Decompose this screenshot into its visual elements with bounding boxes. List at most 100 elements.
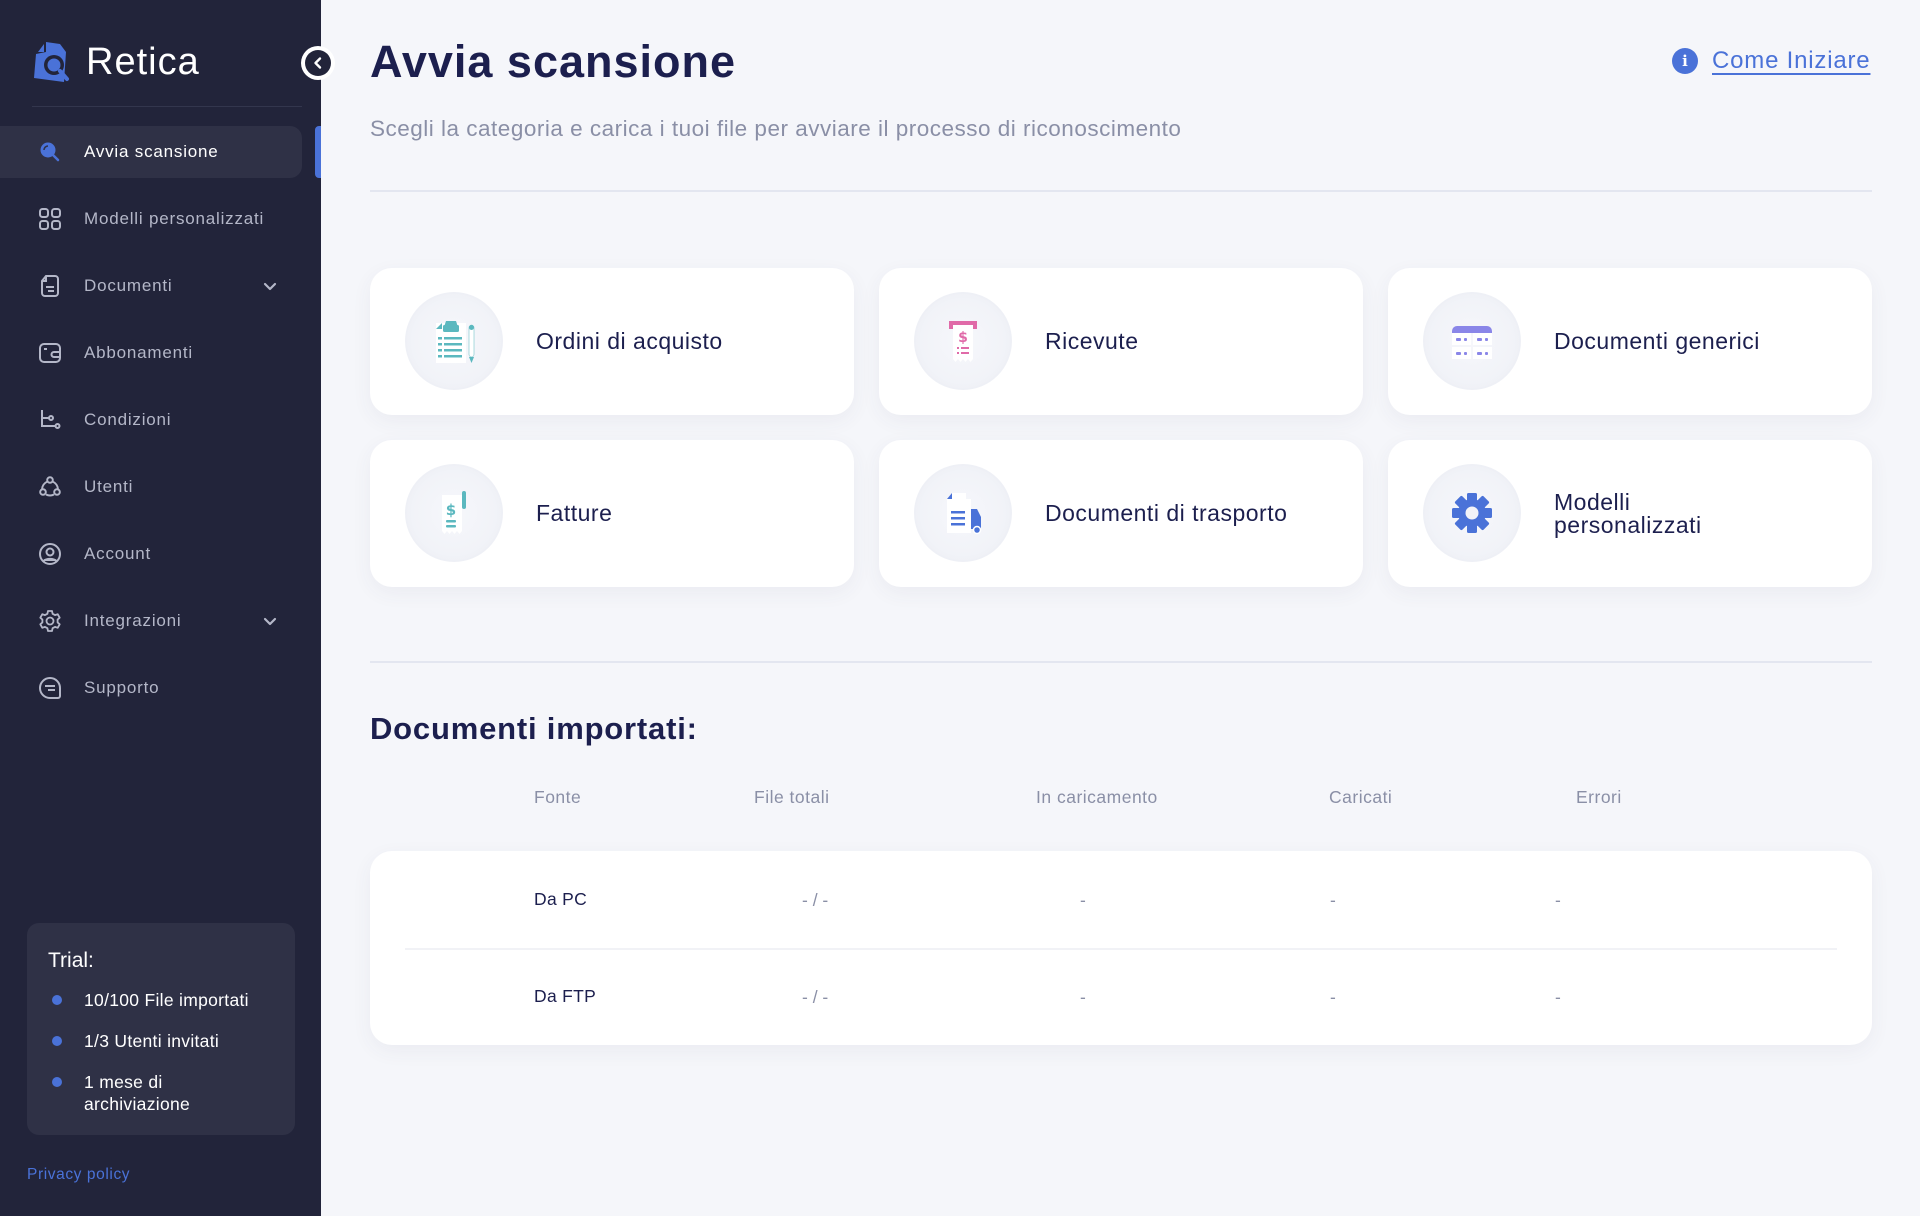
cell-source: Da FTP [534,986,597,1006]
page-title: Avvia scansione [370,36,737,87]
cell-errors: - [1555,890,1561,910]
sidebar-item-label: Supporto [84,678,160,697]
svg-text:$: $ [958,330,968,346]
account-icon [38,542,62,566]
gear-icon [38,609,62,633]
icon-circle [1423,292,1521,390]
cell-total: - / - [802,987,829,1007]
sidebar-item-abbonamenti[interactable]: Abbonamenti [0,327,321,379]
column-header-caricati: Caricati [1329,787,1393,807]
transport-document-icon [947,493,982,535]
imports-table: Da PC - / - - - - Da FTP - / - - - - [370,851,1872,1045]
column-header-fonte: Fonte [534,787,582,807]
header-divider [370,190,1872,192]
sidebar: Retica Avvia scansione Modelli personali… [0,0,321,1216]
chevron-down-icon[interactable] [260,611,280,631]
sidebar-item-condizioni[interactable]: Condizioni [0,394,321,446]
category-card-documenti-generici[interactable]: Documenti generici [1388,268,1872,415]
logo-divider [32,106,302,107]
sidebar-item-label: Avvia scansione [84,142,219,161]
bullet-icon [52,1077,62,1087]
chevron-down-icon[interactable] [260,276,280,296]
sidebar-item-label: Documenti [84,276,173,295]
chat-icon [38,676,62,700]
icon-circle [914,464,1012,562]
page-subtitle: Scegli la categoria e carica i tuoi file… [370,116,1182,141]
cell-total: - / - [802,890,829,910]
column-header-file-totali: File totali [754,787,830,807]
help-link-label[interactable]: Come Iniziare [1712,47,1870,75]
category-label: Modelli personalizzati [1554,488,1702,538]
sidebar-item-label: Integrazioni [84,611,182,630]
sidebar-item-documenti[interactable]: Documenti [0,260,321,312]
svg-text:$: $ [446,501,456,519]
imports-title: Documenti importati: [370,711,698,746]
bullet-icon [52,995,62,1005]
category-label: Fatture [536,500,613,526]
chevron-left-icon [314,57,322,69]
help-link[interactable]: i Come Iniziare [1672,47,1870,75]
document-icon [38,274,62,298]
cell-uploaded: - [1330,987,1336,1007]
main-content: Avvia scansione i Come Iniziare Scegli l… [321,0,1920,1216]
grid-icon [38,207,62,231]
cell-uploading: - [1080,987,1086,1007]
retica-logo-icon [34,42,69,82]
purchase-order-icon [436,321,475,363]
category-card-modelli-personalizzati[interactable]: Modelli personalizzati [1388,440,1872,587]
category-label: Ordini di acquisto [536,328,723,354]
search-icon [38,140,62,164]
sidebar-item-label: Modelli personalizzati [84,209,265,228]
app-name: Retica [86,40,200,83]
category-label: Documenti di trasporto [1045,500,1288,526]
trial-item: 1/3 Utenti invitati [48,1030,295,1052]
cell-uploaded: - [1330,890,1336,910]
collapse-sidebar-button[interactable] [301,46,335,80]
trial-box: Trial: 10/100 File importati 1/3 Utenti … [27,923,295,1135]
sidebar-item-label: Abbonamenti [84,343,193,362]
sidebar-nav: Avvia scansione Modelli personalizzati D… [0,126,321,729]
trial-item-text: 10/100 File importati [84,990,249,1010]
row-divider [405,948,1837,950]
icon-circle [1423,464,1521,562]
users-icon [38,475,62,499]
trial-item: 1 mese di archiviazione [48,1071,295,1115]
icon-circle: $ [914,292,1012,390]
sidebar-item-utenti[interactable]: Utenti [0,461,321,513]
column-header-in-caricamento: In caricamento [1036,787,1158,807]
trial-item: 10/100 File importati [48,989,295,1011]
logo[interactable]: Retica [30,36,200,88]
category-card-ricevute[interactable]: $ Ricevute [879,268,1363,415]
sidebar-item-avvia-scansione[interactable]: Avvia scansione [0,126,302,178]
flow-icon [38,408,62,432]
generic-document-icon [1452,326,1492,359]
invoice-icon: $ [442,491,466,534]
category-label: Documenti generici [1554,328,1760,354]
cell-source: Da PC [534,889,588,909]
icon-circle: $ [405,464,503,562]
sidebar-item-label: Account [84,544,152,563]
info-icon: i [1672,48,1698,74]
category-card-documenti-di-trasporto[interactable]: Documenti di trasporto [879,440,1363,587]
sidebar-item-account[interactable]: Account [0,528,321,580]
category-card-ordini-di-acquisto[interactable]: Ordini di acquisto [370,268,854,415]
section-divider [370,661,1872,663]
privacy-policy-link[interactable]: Privacy policy [27,1166,130,1184]
sidebar-item-integrazioni[interactable]: Integrazioni [0,595,321,647]
gear-icon [1452,493,1492,533]
receipt-icon: $ [949,321,977,362]
category-label: Ricevute [1045,328,1139,354]
cell-uploading: - [1080,890,1086,910]
trial-item-text: 1 mese di archiviazione [84,1072,191,1114]
sidebar-item-label: Condizioni [84,410,172,429]
trial-item-text: 1/3 Utenti invitati [84,1031,220,1051]
sidebar-item-modelli-personalizzati[interactable]: Modelli personalizzati [0,193,321,245]
cell-errors: - [1555,987,1561,1007]
wallet-icon [38,341,62,365]
column-header-errori: Errori [1576,787,1622,807]
bullet-icon [52,1036,62,1046]
sidebar-item-supporto[interactable]: Supporto [0,662,321,714]
category-card-fatture[interactable]: $ Fatture [370,440,854,587]
sidebar-item-label: Utenti [84,477,134,496]
icon-circle [405,292,503,390]
